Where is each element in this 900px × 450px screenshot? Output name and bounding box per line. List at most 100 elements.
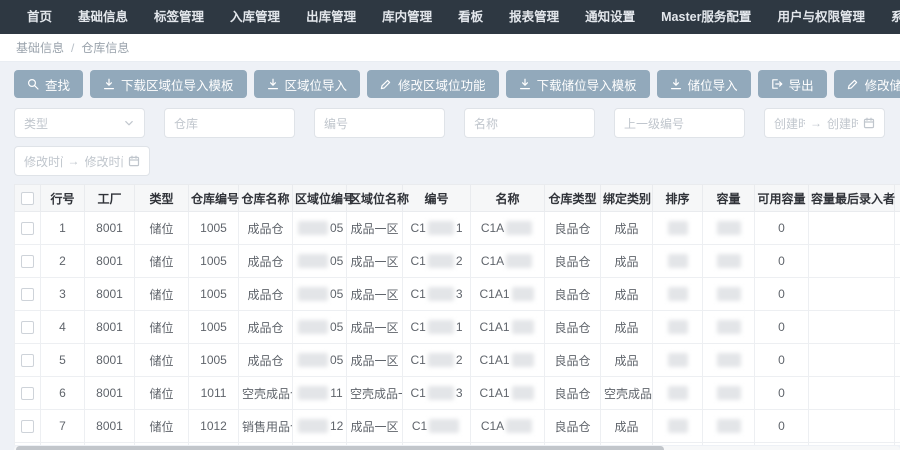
cell-lastEditor	[809, 344, 895, 377]
table-row[interactable]: 58001储位1005成品仓05成品一区C12C1A1良品仓成品0	[15, 344, 900, 377]
cell-capacity	[703, 245, 755, 278]
redacted-blur	[717, 386, 741, 400]
nav-item-10[interactable]: 用户与权限管理	[764, 0, 878, 34]
create-time-range[interactable]: 创建时间...→创建时间...	[764, 108, 885, 138]
modify-time-range-end[interactable]: 修改时间...	[85, 153, 124, 170]
export-icon	[771, 78, 783, 90]
cell-lastEditor	[809, 311, 895, 344]
column-header-lastEditor: 容量最后录入者	[809, 185, 895, 212]
table-row[interactable]: 38001储位1005成品仓05成品一区C13C1A1良品仓成品0	[15, 278, 900, 311]
cell-sel[interactable]	[15, 278, 41, 311]
cell-areaCode	[293, 443, 347, 446]
horizontal-scrollbar[interactable]	[14, 446, 900, 450]
search-button[interactable]: 查找	[14, 70, 83, 98]
row-checkbox[interactable]	[21, 321, 34, 334]
table-row[interactable]	[15, 443, 900, 446]
nav-item-4[interactable]: 出库管理	[293, 0, 369, 34]
cell-capacity	[703, 443, 755, 446]
download-bin-template-button[interactable]: 下载储位导入模板	[506, 70, 650, 98]
nav-item-7[interactable]: 报表管理	[496, 0, 572, 34]
nav-item-5[interactable]: 库内管理	[369, 0, 445, 34]
edit-bin-button[interactable]: 修改储位功能	[834, 70, 900, 98]
nav-item-1[interactable]: 基础信息	[65, 0, 141, 34]
table-row[interactable]: 48001储位1005成品仓05成品一区C11C1A1良品仓成品0	[15, 311, 900, 344]
select-all-checkbox[interactable]	[21, 192, 34, 205]
edit-area-button[interactable]: 修改区域位功能	[367, 70, 499, 98]
table-row[interactable]: 68001储位1011空壳成品仓11空壳成品一区C13C1A1良品仓空壳成品0	[15, 377, 900, 410]
parent-code-input[interactable]: 上一级编号	[614, 108, 745, 138]
bin-import-button-label: 储位导入	[688, 75, 738, 94]
download-bin-template-button-label: 下载储位导入模板	[537, 75, 637, 94]
cell-type: 储位	[135, 245, 189, 278]
warehouse-input[interactable]: 仓库	[164, 108, 295, 138]
cell-factory: 8001	[85, 278, 135, 311]
cell-sel[interactable]	[15, 245, 41, 278]
cell-sort	[653, 344, 703, 377]
type-select[interactable]: 类型	[14, 108, 145, 138]
horizontal-scrollbar-thumb[interactable]	[16, 446, 664, 450]
table-row[interactable]: 78001储位1012销售用品仓12成品一区C1C1A良品仓成品0	[15, 410, 900, 443]
nav-item-8[interactable]: 通知设置	[572, 0, 648, 34]
cell-code: C13	[403, 377, 471, 410]
top-nav: 首页基础信息标签管理入库管理出库管理库内管理看板报表管理通知设置Master服务…	[0, 0, 900, 34]
row-checkbox[interactable]	[21, 222, 34, 235]
cell-whType	[545, 443, 601, 446]
cell-seq: 3	[41, 278, 85, 311]
cell-sort	[653, 245, 703, 278]
cell-code: C11	[403, 311, 471, 344]
nav-item-3[interactable]: 入库管理	[217, 0, 293, 34]
create-time-range-start[interactable]: 创建时间...	[774, 115, 805, 132]
name-input-placeholder: 名称	[474, 115, 498, 132]
cell-sel[interactable]	[15, 311, 41, 344]
cell-seq: 4	[41, 311, 85, 344]
table-row[interactable]: 28001储位1005成品仓05成品一区C12C1A良品仓成品0	[15, 245, 900, 278]
redacted-blur	[668, 353, 688, 367]
cell-sort	[653, 311, 703, 344]
breadcrumb-parent[interactable]: 基础信息	[16, 39, 64, 56]
nav-item-2[interactable]: 标签管理	[141, 0, 217, 34]
row-checkbox[interactable]	[21, 387, 34, 400]
column-header-type: 类型	[135, 185, 189, 212]
cell-bindType: 成品	[601, 212, 653, 245]
cell-seq: 6	[41, 377, 85, 410]
row-checkbox[interactable]	[21, 255, 34, 268]
redacted-blur	[668, 287, 688, 301]
cell-lastEditor	[809, 212, 895, 245]
code-input[interactable]: 编号	[314, 108, 445, 138]
redacted-blur	[668, 320, 688, 334]
edit-bin-button-label: 修改储位功能	[865, 75, 900, 94]
cell-factory	[85, 443, 135, 446]
download-area-template-button[interactable]: 下载区域位导入模板	[90, 70, 247, 98]
cell-areaCode: 11	[293, 377, 347, 410]
row-checkbox[interactable]	[21, 420, 34, 433]
cell-sel[interactable]	[15, 212, 41, 245]
row-checkbox[interactable]	[21, 288, 34, 301]
row-checkbox[interactable]	[21, 354, 34, 367]
nav-item-11[interactable]: 系统设置	[878, 0, 900, 34]
cell-whCode: 1005	[189, 245, 239, 278]
cell-sel[interactable]	[15, 410, 41, 443]
table-row[interactable]: 18001储位1005成品仓05成品一区C11C1A良品仓成品0	[15, 212, 900, 245]
modify-time-range-start[interactable]: 修改时间...	[24, 153, 63, 170]
select-all-header[interactable]	[15, 185, 41, 212]
cell-capacity	[703, 278, 755, 311]
redacted-blur	[506, 221, 532, 235]
name-input[interactable]: 名称	[464, 108, 595, 138]
nav-item-0[interactable]: 首页	[14, 0, 65, 34]
create-time-range-end[interactable]: 创建时间...	[827, 115, 858, 132]
cell-sel[interactable]	[15, 344, 41, 377]
nav-item-6[interactable]: 看板	[445, 0, 496, 34]
modify-time-range[interactable]: 修改时间...→修改时间...	[14, 146, 150, 176]
cell-sel[interactable]	[15, 443, 41, 446]
cell-factory: 8001	[85, 311, 135, 344]
column-header-capacity: 容量	[703, 185, 755, 212]
area-import-button[interactable]: 区域位导入	[254, 70, 361, 98]
cell-areaName: 成品一区	[347, 278, 403, 311]
cell-type: 储位	[135, 278, 189, 311]
bin-import-button[interactable]: 储位导入	[657, 70, 751, 98]
column-header-factory: 工厂	[85, 185, 135, 212]
export-button[interactable]: 导出	[758, 70, 827, 98]
nav-item-9[interactable]: Master服务配置	[648, 0, 764, 34]
cell-sel[interactable]	[15, 377, 41, 410]
cell-areaCode: 05	[293, 344, 347, 377]
